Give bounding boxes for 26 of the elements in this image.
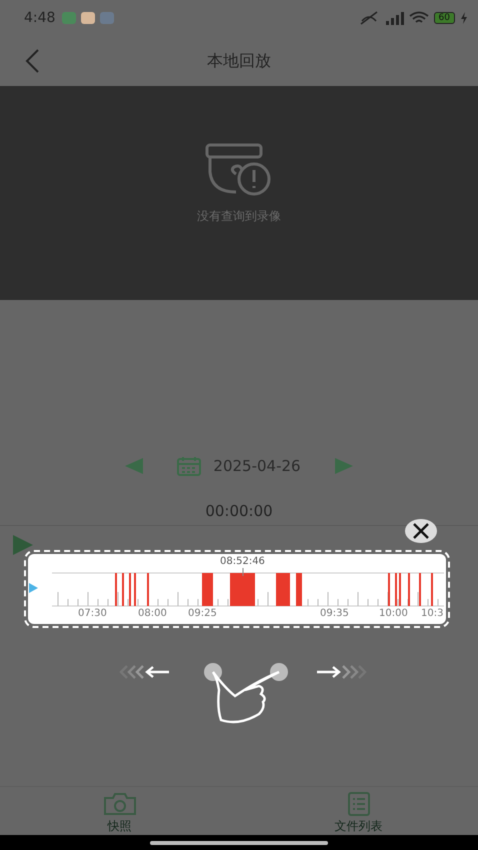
signal-icon — [384, 11, 404, 25]
page-title: 本地回放 — [207, 50, 271, 72]
nav-tab[interactable]: 文件列表 — [239, 787, 478, 835]
back-icon[interactable] — [24, 48, 40, 74]
status-time: 4:48 — [24, 10, 56, 26]
no-recording-message: 没有查询到录像 — [197, 208, 281, 224]
wifi-icon — [408, 11, 429, 25]
playback-time: 00:00:00 — [204, 502, 274, 520]
battery-icon: 60 — [434, 12, 455, 24]
list-icon — [346, 792, 370, 816]
tick-label: 09:35 — [320, 608, 349, 619]
tick-label: 08:00 — [138, 608, 167, 619]
nav-label: 快照 — [108, 818, 132, 835]
tick-label: 10:00 — [379, 608, 408, 619]
date-label[interactable]: 2025-04-26 — [213, 457, 301, 475]
close-icon[interactable] — [404, 518, 438, 544]
home-indicator[interactable] — [150, 840, 328, 844]
play-icon[interactable] — [12, 534, 34, 556]
tick-label: 09:25 — [188, 608, 217, 619]
charging-icon — [460, 12, 468, 24]
nav-tab[interactable]: 快照 — [0, 787, 239, 835]
nav-label: 文件列表 — [334, 818, 382, 835]
camera-icon — [102, 792, 136, 816]
tick-label: 10:3 — [421, 608, 444, 619]
tick-label: 07:30 — [78, 608, 107, 619]
cursor-time: 08:52:46 — [220, 556, 265, 567]
